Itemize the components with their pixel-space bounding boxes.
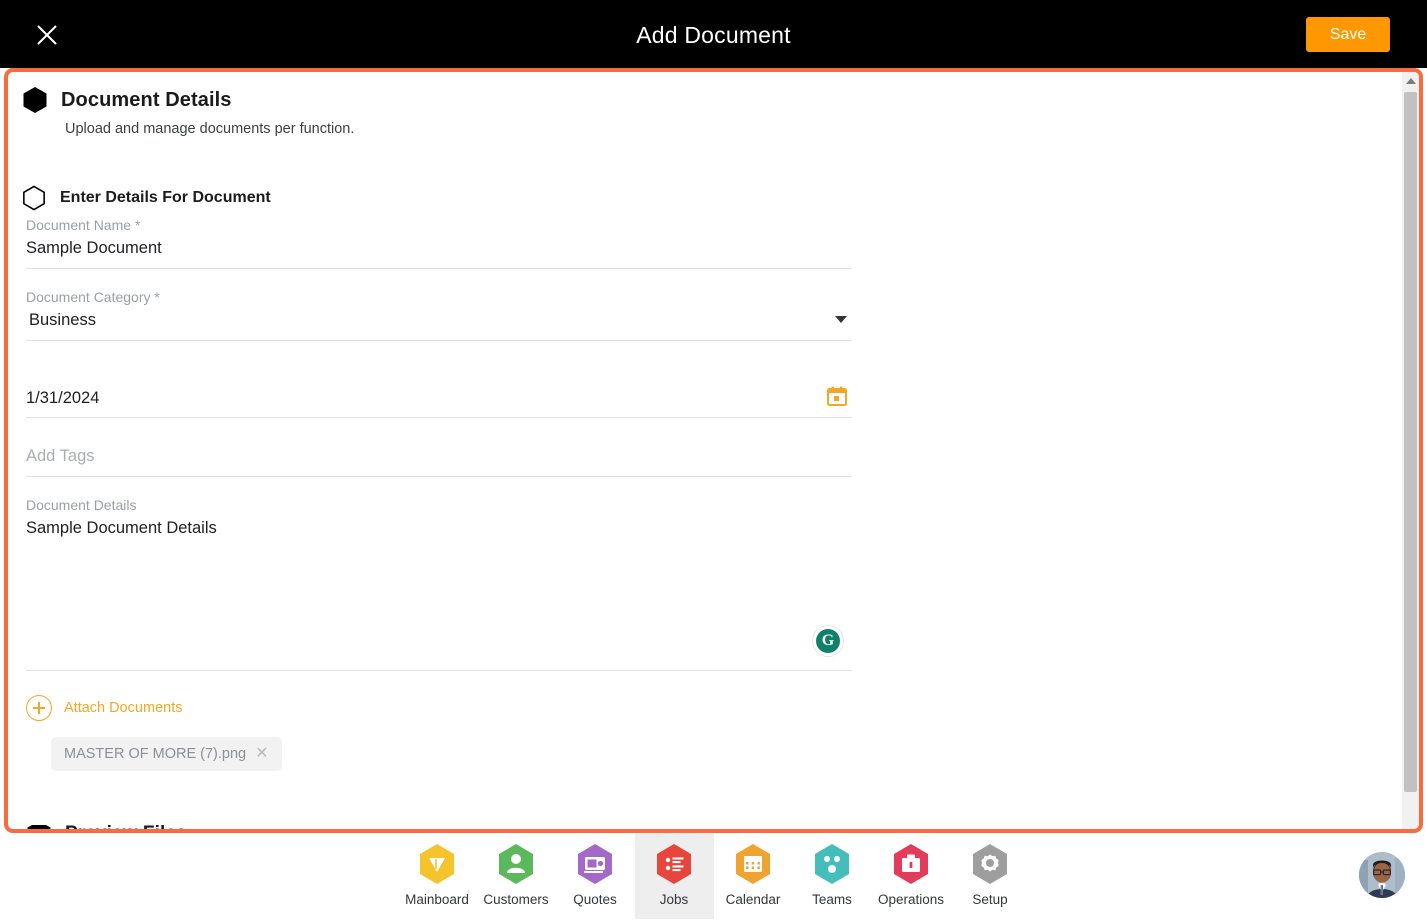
next-section-header: Preview Files (26, 825, 187, 829)
user-avatar[interactable] (1359, 852, 1405, 898)
gear-icon (973, 844, 1007, 884)
grammarly-icon: G (816, 629, 840, 653)
section-header: Document Details (22, 86, 1405, 114)
nav-item-teams[interactable]: Teams (793, 833, 872, 919)
teams-icon (815, 844, 849, 884)
page-title: Add Document (636, 22, 791, 48)
subsection-title: Enter Details For Document (60, 189, 271, 206)
document-details-textarea[interactable]: Sample Document Details (26, 515, 852, 542)
calendar-icon (736, 844, 770, 884)
document-category-label-text: Document Category (26, 289, 151, 305)
nav-item-setup[interactable]: Setup (951, 833, 1030, 919)
document-name-input[interactable]: Sample Document (26, 235, 852, 262)
nav-label-jobs: Jobs (659, 892, 689, 907)
document-form: Document Name * Sample Document Document… (26, 215, 852, 671)
nav-label-setup: Setup (972, 892, 1008, 907)
attach-documents-label[interactable]: Attach Documents (64, 700, 182, 716)
grammarly-button[interactable]: G (812, 625, 844, 657)
briefcase-icon (894, 844, 928, 884)
person-icon (499, 844, 533, 884)
document-category-field[interactable]: Document Category * Business (26, 287, 852, 341)
chevron-down-icon[interactable] (835, 316, 847, 323)
hexagon-filled-icon (23, 87, 47, 113)
bottom-navigation: Mainboard Customers Quotes Jobs Calendar… (0, 833, 1427, 922)
nav-item-operations[interactable]: Operations (872, 833, 951, 919)
mainboard-icon (420, 844, 454, 884)
attached-file-chip[interactable]: MASTER OF MORE (7).png ✕ (51, 737, 282, 771)
document-details-label: Document Details (26, 497, 137, 513)
list-icon (657, 844, 691, 884)
subsection-header: Enter Details For Document (22, 185, 1405, 211)
document-details-field[interactable]: Document Details Sample Document Details… (26, 495, 852, 671)
scroll-up-button[interactable] (1402, 72, 1419, 89)
document-name-label: Document Name * (26, 215, 852, 235)
document-category-label: Document Category * (26, 287, 852, 307)
nav-item-calendar[interactable]: Calendar (714, 833, 793, 919)
attached-file-name: MASTER OF MORE (7).png (64, 746, 247, 762)
panel-content: Document Details Upload and manage docum… (8, 72, 1405, 829)
tags-field[interactable]: Add Tags (26, 434, 852, 477)
save-button[interactable]: Save (1306, 17, 1390, 52)
triangle-up-icon (1405, 77, 1416, 84)
required-marker: * (134, 217, 141, 233)
nav-item-mainboard[interactable]: Mainboard (398, 833, 477, 919)
top-bar: Add Document Save (0, 0, 1427, 68)
hexagon-filled-icon (27, 825, 51, 829)
nav-label-customers: Customers (483, 892, 549, 907)
calendar-icon (827, 386, 847, 406)
avatar-image (1359, 852, 1405, 898)
nav-label-operations: Operations (877, 892, 945, 907)
plus-circle-icon[interactable] (26, 695, 52, 721)
add-document-panel: Document Details Upload and manage docum… (4, 68, 1423, 833)
attach-documents-button[interactable]: Attach Documents (26, 695, 1405, 721)
document-category-select[interactable]: Business (26, 307, 852, 334)
date-field[interactable]: 1/31/2024 (26, 375, 852, 418)
nav-label-quotes: Quotes (573, 892, 617, 907)
nav-label-teams: Teams (812, 892, 852, 907)
panel-scrollbar[interactable] (1402, 72, 1419, 829)
nav-item-jobs[interactable]: Jobs (634, 833, 714, 919)
tags-input[interactable]: Add Tags (26, 443, 852, 470)
nav-label-mainboard: Mainboard (405, 892, 469, 907)
remove-file-icon[interactable]: ✕ (255, 746, 268, 762)
calendar-picker-button[interactable] (826, 385, 848, 412)
next-section-title: Preview Files (65, 825, 187, 829)
document-name-field[interactable]: Document Name * Sample Document (26, 215, 852, 269)
section-title: Document Details (61, 88, 232, 111)
date-input[interactable]: 1/31/2024 (26, 385, 852, 412)
nav-item-customers[interactable]: Customers (477, 833, 556, 919)
hexagon-outline-icon (23, 185, 45, 211)
document-name-label-text: Document Name (26, 217, 132, 233)
money-icon (578, 844, 612, 884)
nav-item-quotes[interactable]: Quotes (556, 833, 635, 919)
section-subtitle: Upload and manage documents per function… (65, 121, 355, 137)
scrollbar-thumb[interactable] (1404, 92, 1417, 792)
required-marker: * (154, 289, 160, 305)
nav-label-calendar: Calendar (725, 892, 781, 907)
